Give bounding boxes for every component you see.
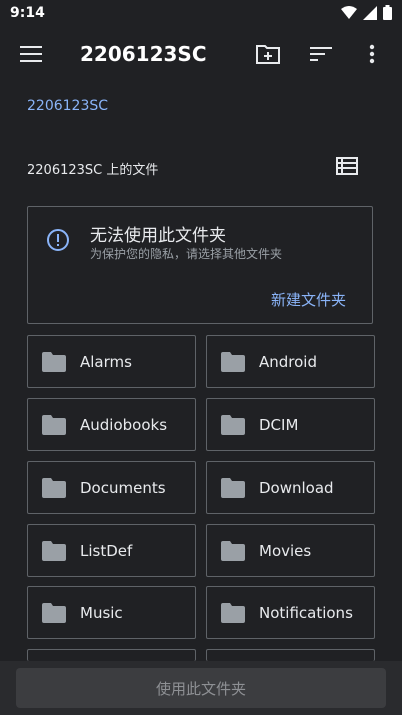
folder-tile[interactable]: Alarms	[27, 335, 196, 388]
app-bar: 2206123SC	[0, 28, 402, 80]
page-title: 2206123SC	[80, 42, 207, 66]
signal-icon	[363, 5, 377, 20]
use-folder-button[interactable]: 使用此文件夹	[16, 668, 386, 708]
folder-tile-partial[interactable]	[27, 649, 196, 661]
folder-name: Android	[259, 352, 317, 371]
folder-name: Alarms	[80, 352, 132, 371]
new-folder-button[interactable]: 新建文件夹	[271, 289, 346, 310]
folder-icon	[221, 414, 245, 435]
menu-icon[interactable]	[17, 40, 45, 68]
folder-tile[interactable]: Movies	[206, 524, 375, 577]
warning-card: 无法使用此文件夹 为保护您的隐私，请选择其他文件夹 新建文件夹	[27, 206, 373, 324]
folder-name: Audiobooks	[80, 415, 168, 434]
folder-tile[interactable]: Android	[206, 335, 375, 388]
status-bar: 9:14	[0, 0, 402, 28]
folder-tile[interactable]: DCIM	[206, 398, 375, 451]
folder-tile[interactable]: Audiobooks	[27, 398, 196, 451]
folder-tile[interactable]: Notifications	[206, 586, 375, 639]
breadcrumb[interactable]: 2206123SC	[27, 98, 108, 114]
folder-name: Music	[80, 603, 123, 622]
folder-tile-partial[interactable]	[206, 649, 375, 661]
new-folder-icon[interactable]	[254, 40, 282, 68]
folder-name: ListDef	[80, 541, 133, 560]
folder-icon	[221, 540, 245, 561]
folder-icon	[221, 602, 245, 623]
warning-title: 无法使用此文件夹	[90, 226, 226, 246]
more-options-icon[interactable]	[358, 40, 386, 68]
folder-name: Download	[259, 478, 334, 497]
sort-icon[interactable]	[307, 40, 335, 68]
warning-subtitle: 为保护您的隐私，请选择其他文件夹	[90, 247, 283, 261]
bottom-bar: 使用此文件夹	[0, 661, 402, 715]
status-time: 9:14	[10, 5, 45, 21]
folder-icon	[42, 351, 66, 372]
info-icon	[46, 228, 70, 252]
list-view-icon[interactable]	[336, 157, 358, 177]
folder-icon	[221, 351, 245, 372]
folder-name: Movies	[259, 541, 312, 560]
folder-icon	[42, 602, 66, 623]
folder-icon	[221, 477, 245, 498]
files-header: 2206123SC 上的文件	[27, 163, 159, 178]
folder-tile[interactable]: Documents	[27, 461, 196, 514]
battery-icon	[383, 5, 392, 20]
folder-tile[interactable]: Music	[27, 586, 196, 639]
folder-icon	[42, 540, 66, 561]
wifi-icon	[341, 5, 357, 19]
folder-tile[interactable]: ListDef	[27, 524, 196, 577]
status-icons	[341, 5, 392, 20]
folder-name: Documents	[80, 478, 166, 497]
folder-icon	[42, 477, 66, 498]
folder-tile[interactable]: Download	[206, 461, 375, 514]
folder-icon	[42, 414, 66, 435]
folder-name: Notifications	[259, 603, 353, 622]
folder-name: DCIM	[259, 415, 299, 434]
